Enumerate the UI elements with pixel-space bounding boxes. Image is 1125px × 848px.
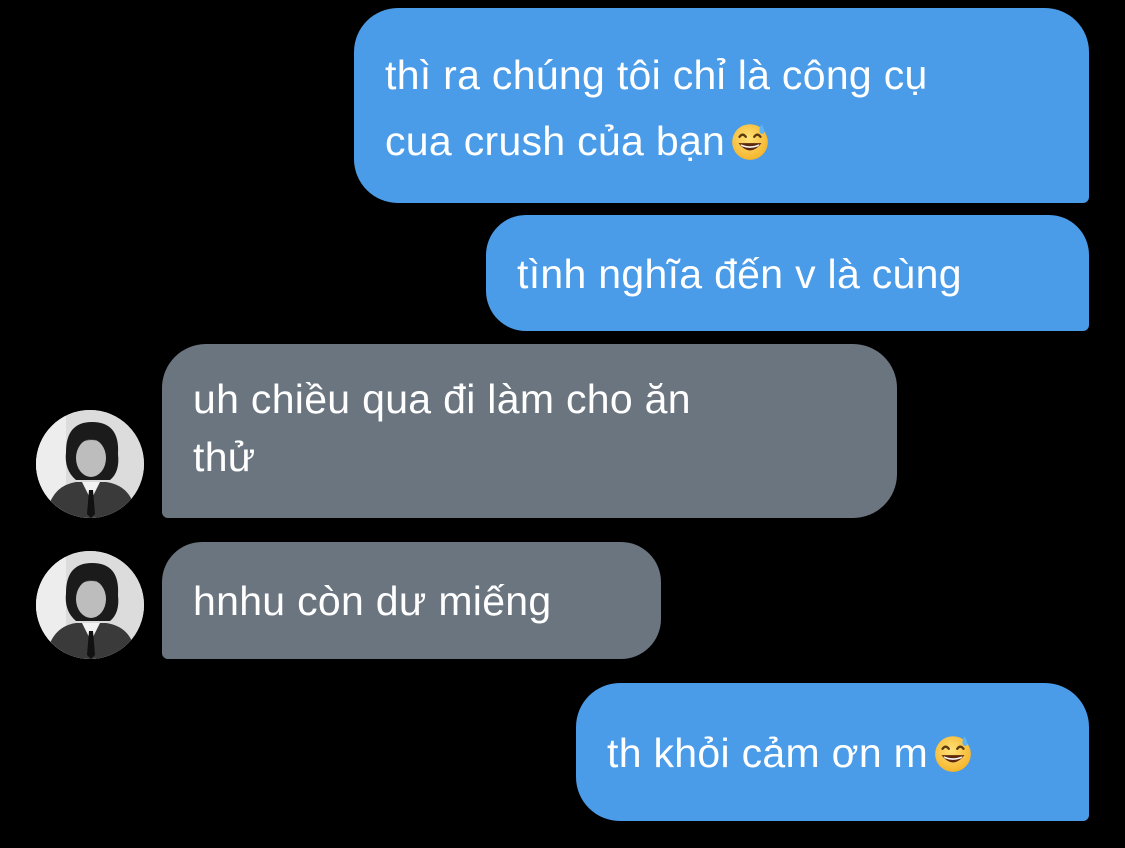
contact-avatar[interactable] (36, 551, 144, 659)
contact-avatar-image (36, 410, 144, 518)
message-text-line: uh chiều qua đi làm cho ăn (193, 376, 691, 422)
contact-avatar-image (36, 551, 144, 659)
message-text-line: th khỏi cảm ơn m (607, 720, 1089, 786)
message-text-line: tình nghĩa đến v là cùng (517, 251, 962, 297)
message-text-line: hnhu còn dư miếng (193, 578, 552, 624)
outgoing-message-bubble[interactable]: thì ra chúng tôi chỉ là công cụ cua crus… (354, 8, 1089, 203)
incoming-message-bubble[interactable]: hnhu còn dư miếng (162, 542, 661, 659)
message-text-line-content: cua crush của bạn (385, 118, 726, 164)
grinning-face-with-sweat-icon (732, 124, 769, 160)
message-text-line-content: th khỏi cảm ơn m (607, 730, 929, 776)
contact-avatar[interactable] (36, 410, 144, 518)
outgoing-message-bubble[interactable]: tình nghĩa đến v là cùng (486, 215, 1089, 331)
message-thread: thì ra chúng tôi chỉ là công cụ cua crus… (0, 0, 1125, 848)
grinning-face-with-sweat-icon (935, 736, 971, 772)
message-text-line: thì ra chúng tôi chỉ là công cụ (385, 52, 928, 98)
outgoing-message-bubble[interactable]: th khỏi cảm ơn m (576, 683, 1089, 821)
message-text-line: thử (193, 434, 256, 480)
message-text-line: cua crush của bạn (385, 108, 1089, 174)
incoming-message-bubble[interactable]: uh chiều qua đi làm cho ăn thử (162, 344, 897, 518)
